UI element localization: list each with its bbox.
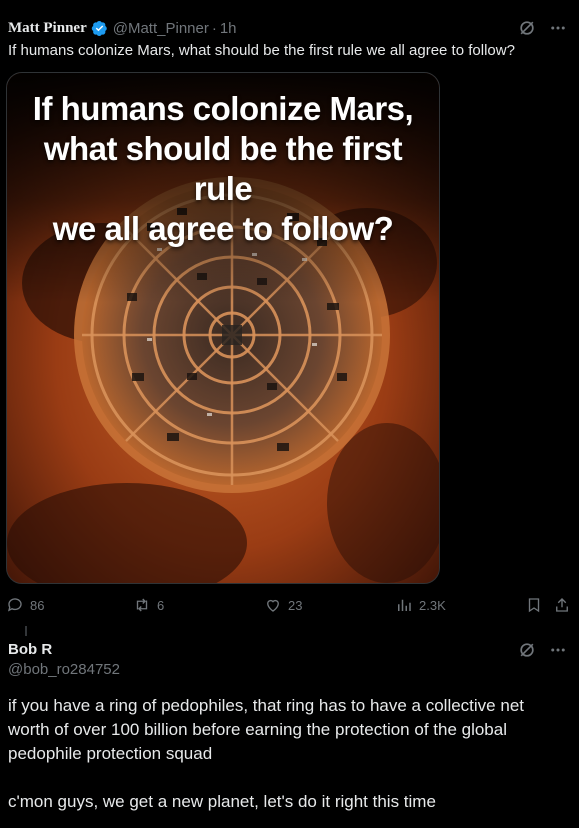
reply-paragraph: c'mon guys, we get a new planet, let's d… xyxy=(8,792,436,811)
verified-badge-icon xyxy=(91,20,107,36)
image-title-line: what should be the first rule xyxy=(43,130,403,207)
post-header: Matt Pinner @Matt_Pinner · 1h xyxy=(8,18,567,38)
author-name[interactable]: Matt Pinner xyxy=(8,20,87,37)
repost-button[interactable]: 6 xyxy=(133,596,164,614)
repost-count: 6 xyxy=(157,597,165,613)
post-image[interactable]: If humans colonize Mars, what should be … xyxy=(6,72,440,584)
image-title: If humans colonize Mars, what should be … xyxy=(7,89,439,249)
image-title-line: we all agree to follow? xyxy=(52,210,394,247)
more-icon[interactable] xyxy=(549,641,567,659)
separator: · xyxy=(211,19,217,37)
bookmark-button[interactable] xyxy=(525,596,543,614)
views-count: 2.3K xyxy=(419,597,446,613)
grok-icon[interactable] xyxy=(517,18,537,38)
like-button[interactable]: 23 xyxy=(264,596,302,614)
share-icon xyxy=(556,598,568,612)
author-handle[interactable]: @Matt_Pinner xyxy=(113,20,209,37)
thread-line xyxy=(25,626,27,636)
more-icon[interactable] xyxy=(549,19,567,37)
reply-author-name[interactable]: Bob R xyxy=(8,641,52,658)
reply-button[interactable]: 86 xyxy=(6,596,44,614)
like-count: 23 xyxy=(288,597,303,613)
reply-count: 86 xyxy=(30,597,45,613)
views-icon xyxy=(398,599,411,611)
post-time[interactable]: 1h xyxy=(220,20,237,37)
reply-icon xyxy=(7,598,22,612)
share-button[interactable] xyxy=(553,596,571,614)
reply-author-handle[interactable]: @bob_ro284752 xyxy=(8,661,120,678)
action-bar: 86 6 23 2.3K xyxy=(6,596,574,618)
grok-icon[interactable] xyxy=(517,640,537,660)
reply-paragraph: if you have a ring of pedophiles, that r… xyxy=(8,696,524,763)
post-text: If humans colonize Mars, what should be … xyxy=(8,42,515,59)
bookmark-icon xyxy=(528,598,540,613)
repost-icon xyxy=(136,598,148,612)
reply-header-icons xyxy=(517,640,567,660)
like-icon xyxy=(267,599,279,612)
reply-text: if you have a ring of pedophiles, that r… xyxy=(8,694,568,814)
views-button[interactable]: 2.3K xyxy=(395,596,446,614)
image-title-line: If humans colonize Mars, xyxy=(32,90,414,127)
